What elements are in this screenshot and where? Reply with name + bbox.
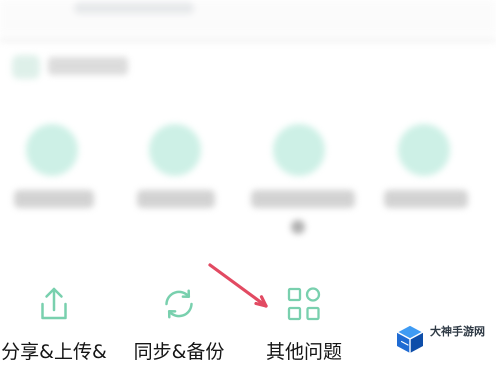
blurred-top-pill: [74, 2, 194, 14]
watermark: 大神手游网: [394, 323, 496, 357]
blurred-content-area: [0, 0, 496, 250]
watermark-text: 大神手游网: [430, 325, 485, 338]
blurred-feature-label-1: [14, 190, 94, 208]
section-title-placeholder: [48, 57, 128, 75]
share-upload-action[interactable]: 分享&上传&: [0, 282, 116, 370]
blurred-feature-icon-4: [398, 124, 450, 176]
blurred-feature-label-2: [137, 190, 215, 208]
blurred-feature-icon-1: [26, 124, 78, 176]
sync-backup-label: 同步&备份: [133, 341, 225, 363]
other-questions-label: 其他问题: [265, 341, 342, 363]
grid-add-icon: [282, 282, 326, 326]
box-logo-icon: [396, 324, 424, 353]
blurred-badge: [291, 220, 305, 234]
red-arrow-icon: [208, 263, 268, 308]
app-screen: 分享&上传& 同步&备份 其他问题 大神手游网: [0, 0, 496, 370]
blurred-top-strip: [0, 0, 496, 34]
blurred-feature-label-3: [251, 190, 355, 208]
blurred-feature-icon-2: [149, 124, 201, 176]
section-divider: [0, 38, 496, 42]
blurred-feature-label-4: [384, 190, 468, 208]
sync-icon: [157, 282, 201, 326]
blurred-feature-icon-3: [273, 124, 325, 176]
share-upload-label: 分享&上传&: [1, 341, 107, 363]
section-icon: [12, 55, 40, 79]
share-upload-icon: [32, 282, 76, 326]
